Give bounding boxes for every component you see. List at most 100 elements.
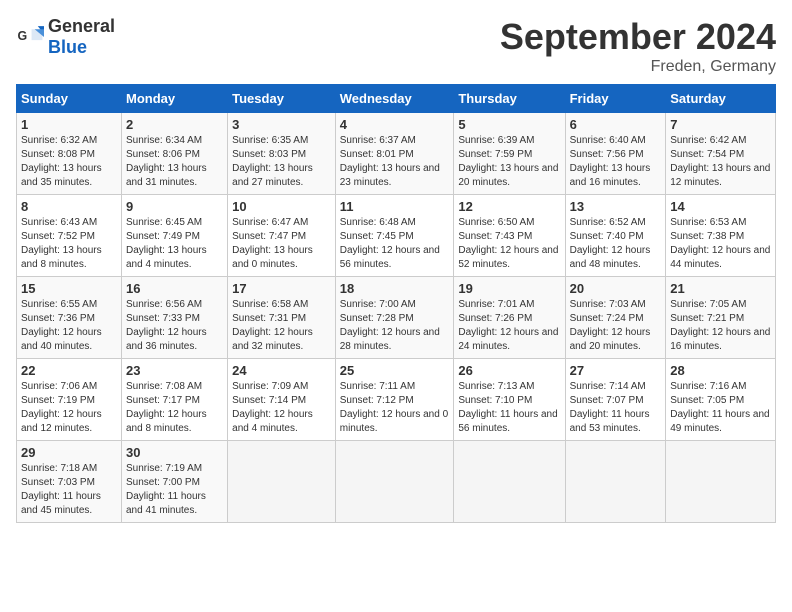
day-info: Sunrise: 7:08 AMSunset: 7:17 PMDaylight:… (126, 381, 207, 434)
day-info: Sunrise: 6:40 AMSunset: 7:56 PMDaylight:… (570, 135, 651, 188)
calendar-cell: 26 Sunrise: 7:13 AMSunset: 7:10 PMDayligh… (454, 359, 565, 441)
title-area: September 2024 Freden, Germany (500, 16, 776, 76)
day-number: 16 (126, 281, 223, 296)
calendar-cell: 9Sunrise: 6:45 AMSunset: 7:49 PMDaylight… (121, 195, 227, 277)
day-number: 6 (570, 117, 662, 132)
svg-text:G: G (18, 29, 28, 43)
day-number: 18 (340, 281, 450, 296)
day-number: 7 (670, 117, 771, 132)
page-header: G General Blue September 2024 Freden, Ge… (16, 16, 776, 76)
day-info: Sunrise: 6:58 AMSunset: 7:31 PMDaylight:… (232, 299, 313, 352)
logo-blue: Blue (48, 37, 87, 57)
calendar-cell: 27Sunrise: 7:14 AMSunset: 7:07 PMDayligh… (565, 359, 666, 441)
day-number: 28 (670, 363, 771, 378)
day-number: 25 (340, 363, 450, 378)
calendar-cell: 23 Sunrise: 7:08 AMSunset: 7:17 PMDayligh… (121, 359, 227, 441)
day-info: Sunrise: 7:06 AMSunset: 7:19 PMDaylight:… (21, 381, 102, 434)
calendar-week-4: 22 Sunrise: 7:06 AMSunset: 7:19 PMDayligh… (17, 359, 776, 441)
logo-general: General (48, 16, 115, 36)
day-number: 20 (570, 281, 662, 296)
calendar-cell: 12Sunrise: 6:50 AMSunset: 7:43 PMDayligh… (454, 195, 565, 277)
day-info: Sunrise: 6:55 AMSunset: 7:36 PMDaylight:… (21, 299, 102, 352)
header-friday: Friday (565, 85, 666, 113)
calendar-cell: 29 Sunrise: 7:18 AMSunset: 7:03 PMDayligh… (17, 441, 122, 523)
day-number: 22 (21, 363, 117, 378)
day-number: 10 (232, 199, 331, 214)
day-number: 5 (458, 117, 560, 132)
month-title: September 2024 (500, 16, 776, 58)
day-number: 8 (21, 199, 117, 214)
day-info: Sunrise: 6:56 AMSunset: 7:33 PMDaylight:… (126, 299, 207, 352)
day-number: 1 (21, 117, 117, 132)
day-number: 4 (340, 117, 450, 132)
day-number: 24 (232, 363, 331, 378)
location-title: Freden, Germany (500, 58, 776, 76)
day-info: Sunrise: 6:43 AMSunset: 7:52 PMDaylight:… (21, 217, 102, 270)
day-info: Sunrise: 7:05 AMSunset: 7:21 PMDaylight:… (670, 299, 770, 352)
calendar-cell (666, 441, 776, 523)
header-monday: Monday (121, 85, 227, 113)
calendar-week-1: 1 Sunrise: 6:32 AMSunset: 8:08 PMDaylight… (17, 113, 776, 195)
calendar-cell: 14Sunrise: 6:53 AMSunset: 7:38 PMDayligh… (666, 195, 776, 277)
calendar-week-5: 29 Sunrise: 7:18 AMSunset: 7:03 PMDayligh… (17, 441, 776, 523)
calendar-cell: 10 Sunrise: 6:47 AMSunset: 7:47 PMDayligh… (228, 195, 336, 277)
header-sunday: Sunday (17, 85, 122, 113)
day-number: 11 (340, 199, 450, 214)
calendar-cell: 28 Sunrise: 7:16 AMSunset: 7:05 PMDayligh… (666, 359, 776, 441)
day-info: Sunrise: 6:50 AMSunset: 7:43 PMDaylight:… (458, 217, 558, 270)
day-info: Sunrise: 7:14 AMSunset: 7:07 PMDaylight:… (570, 381, 650, 434)
day-info: Sunrise: 6:45 AMSunset: 7:49 PMDaylight:… (126, 217, 207, 270)
calendar-cell: 17 Sunrise: 6:58 AMSunset: 7:31 PMDayligh… (228, 277, 336, 359)
day-info: Sunrise: 7:13 AMSunset: 7:10 PMDaylight:… (458, 381, 557, 434)
day-number: 2 (126, 117, 223, 132)
calendar-week-2: 8 Sunrise: 6:43 AMSunset: 7:52 PMDaylight… (17, 195, 776, 277)
day-number: 21 (670, 281, 771, 296)
day-info: Sunrise: 6:39 AMSunset: 7:59 PMDaylight:… (458, 135, 558, 188)
calendar-week-3: 15 Sunrise: 6:55 AMSunset: 7:36 PMDayligh… (17, 277, 776, 359)
day-info: Sunrise: 6:42 AMSunset: 7:54 PMDaylight:… (670, 135, 770, 188)
day-info: Sunrise: 6:48 AMSunset: 7:45 PMDaylight:… (340, 217, 440, 270)
calendar-cell: 25 Sunrise: 7:11 AMSunset: 7:12 PMDayligh… (335, 359, 454, 441)
day-number: 15 (21, 281, 117, 296)
calendar-cell: 21 Sunrise: 7:05 AMSunset: 7:21 PMDayligh… (666, 277, 776, 359)
day-info: Sunrise: 7:11 AMSunset: 7:12 PMDaylight:… (340, 381, 448, 434)
day-info: Sunrise: 7:18 AMSunset: 7:03 PMDaylight:… (21, 463, 101, 516)
calendar-cell (565, 441, 666, 523)
day-number: 23 (126, 363, 223, 378)
calendar-cell: 15 Sunrise: 6:55 AMSunset: 7:36 PMDayligh… (17, 277, 122, 359)
day-info: Sunrise: 6:35 AMSunset: 8:03 PMDaylight:… (232, 135, 313, 188)
calendar-table: SundayMondayTuesdayWednesdayThursdayFrid… (16, 84, 776, 523)
day-number: 17 (232, 281, 331, 296)
day-number: 13 (570, 199, 662, 214)
day-info: Sunrise: 6:52 AMSunset: 7:40 PMDaylight:… (570, 217, 651, 270)
day-info: Sunrise: 6:34 AMSunset: 8:06 PMDaylight:… (126, 135, 207, 188)
calendar-cell: 22 Sunrise: 7:06 AMSunset: 7:19 PMDayligh… (17, 359, 122, 441)
logo: G General Blue (16, 16, 115, 58)
calendar-cell: 6 Sunrise: 6:40 AMSunset: 7:56 PMDaylight… (565, 113, 666, 195)
day-info: Sunrise: 7:09 AMSunset: 7:14 PMDaylight:… (232, 381, 313, 434)
day-info: Sunrise: 7:01 AMSunset: 7:26 PMDaylight:… (458, 299, 558, 352)
calendar-cell: 3Sunrise: 6:35 AMSunset: 8:03 PMDaylight… (228, 113, 336, 195)
logo-icon: G (16, 23, 44, 51)
header-wednesday: Wednesday (335, 85, 454, 113)
header-saturday: Saturday (666, 85, 776, 113)
day-number: 29 (21, 445, 117, 460)
header-thursday: Thursday (454, 85, 565, 113)
day-info: Sunrise: 6:32 AMSunset: 8:08 PMDaylight:… (21, 135, 102, 188)
day-number: 19 (458, 281, 560, 296)
calendar-cell: 24 Sunrise: 7:09 AMSunset: 7:14 PMDayligh… (228, 359, 336, 441)
calendar-cell: 5 Sunrise: 6:39 AMSunset: 7:59 PMDaylight… (454, 113, 565, 195)
calendar-cell: 20Sunrise: 7:03 AMSunset: 7:24 PMDayligh… (565, 277, 666, 359)
day-info: Sunrise: 7:16 AMSunset: 7:05 PMDaylight:… (670, 381, 769, 434)
calendar-cell: 19 Sunrise: 7:01 AMSunset: 7:26 PMDayligh… (454, 277, 565, 359)
day-info: Sunrise: 6:53 AMSunset: 7:38 PMDaylight:… (670, 217, 770, 270)
calendar-cell (454, 441, 565, 523)
day-info: Sunrise: 6:37 AMSunset: 8:01 PMDaylight:… (340, 135, 440, 188)
day-info: Sunrise: 7:00 AMSunset: 7:28 PMDaylight:… (340, 299, 440, 352)
day-info: Sunrise: 7:19 AMSunset: 7:00 PMDaylight:… (126, 463, 206, 516)
calendar-header-row: SundayMondayTuesdayWednesdayThursdayFrid… (17, 85, 776, 113)
calendar-cell: 4 Sunrise: 6:37 AMSunset: 8:01 PMDaylight… (335, 113, 454, 195)
day-info: Sunrise: 6:47 AMSunset: 7:47 PMDaylight:… (232, 217, 313, 270)
calendar-cell: 7 Sunrise: 6:42 AMSunset: 7:54 PMDaylight… (666, 113, 776, 195)
day-number: 26 (458, 363, 560, 378)
